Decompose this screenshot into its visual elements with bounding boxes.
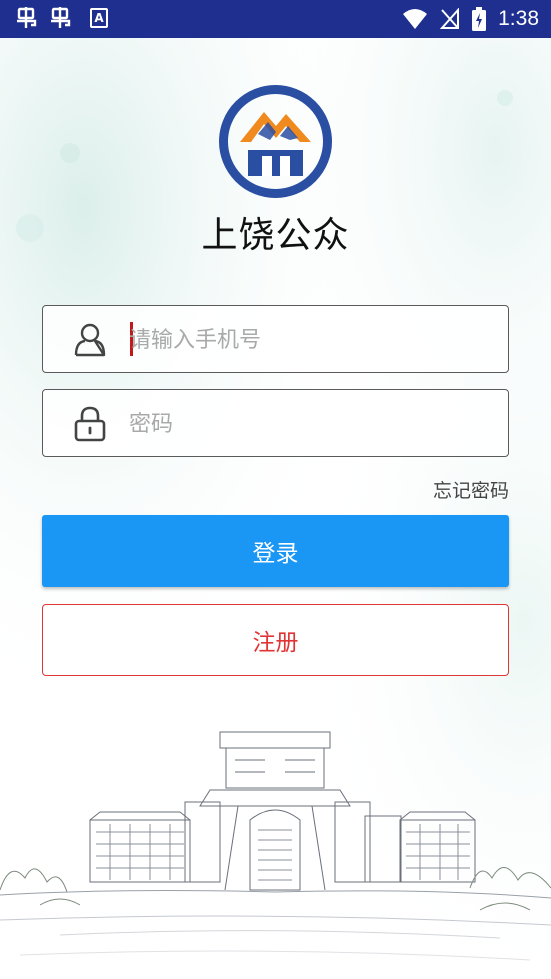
phone-input[interactable] xyxy=(129,320,489,360)
lock-icon xyxy=(74,406,106,442)
no-signal-icon xyxy=(440,8,460,29)
status-time: 1:38 xyxy=(498,7,539,30)
a-badge-icon: A xyxy=(90,8,108,28)
status-bar-left: A xyxy=(14,6,108,30)
wifi-icon xyxy=(403,9,428,29)
battery-charging-icon xyxy=(472,7,487,31)
login-button[interactable]: 登录 xyxy=(42,515,509,587)
user-icon xyxy=(74,323,106,357)
bug-icon xyxy=(51,7,71,28)
status-bar-right: 1:38 xyxy=(402,5,539,33)
bug-icon xyxy=(17,7,37,28)
app-logo xyxy=(219,85,332,198)
forgot-password-link[interactable]: 忘记密码 xyxy=(433,476,509,503)
phone-field[interactable] xyxy=(42,305,509,373)
status-bar: A 1:38 xyxy=(0,0,551,38)
app-name: 上饶公众 xyxy=(201,215,350,256)
city-building-sketch xyxy=(0,731,551,961)
password-field[interactable] xyxy=(42,389,509,457)
password-input[interactable] xyxy=(129,404,489,444)
register-button[interactable]: 注册 xyxy=(42,604,509,676)
